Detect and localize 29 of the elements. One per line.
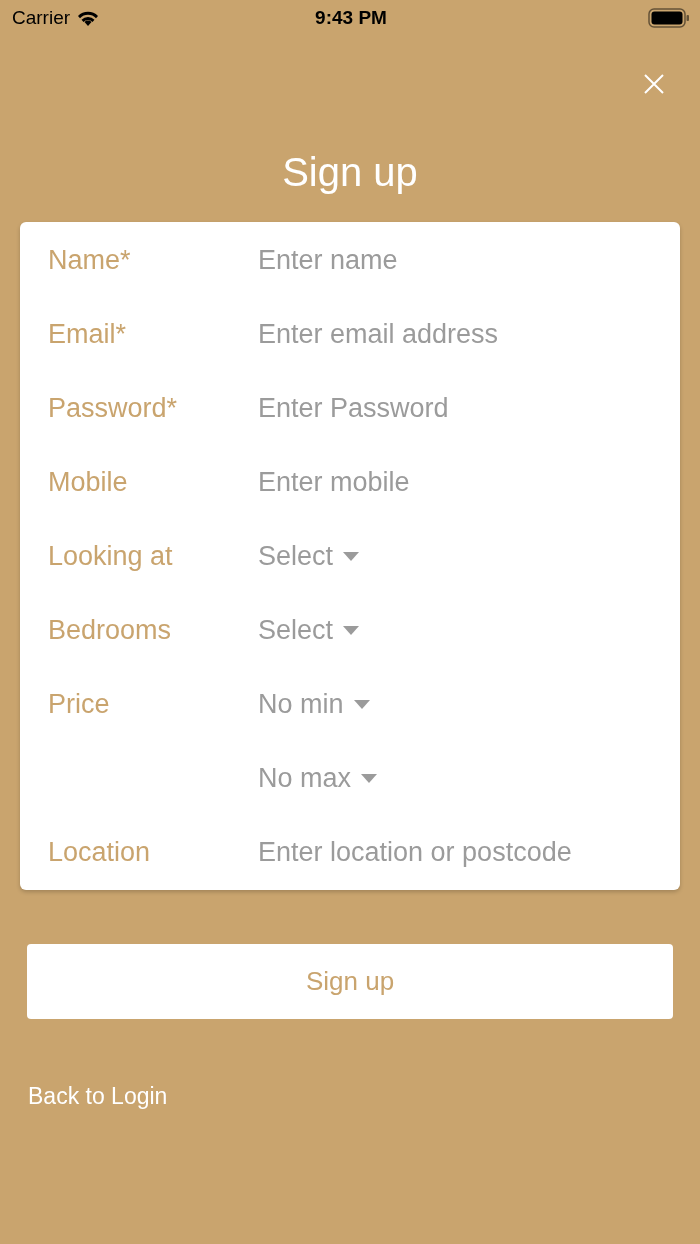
- carrier-name: Carrier: [12, 7, 71, 29]
- field-label: Mobile: [48, 466, 129, 498]
- field-label: Price: [48, 688, 111, 720]
- page-title: Sign up: [281, 149, 419, 196]
- text-field[interactable]: Enter mobile: [258, 466, 648, 498]
- field-label: Location: [48, 836, 152, 868]
- caret-icon: [361, 773, 378, 783]
- field-label: Bedrooms: [48, 614, 173, 646]
- caret-icon: [343, 625, 360, 635]
- caret-icon: [353, 699, 370, 709]
- dropdown[interactable]: Select: [258, 540, 360, 572]
- sign-up-button[interactable]: Sign up: [27, 944, 673, 1019]
- wifi-icon: [76, 9, 101, 27]
- dropdown[interactable]: No max: [258, 762, 378, 794]
- text-field[interactable]: Enter Password: [258, 392, 648, 424]
- dropdown[interactable]: Select: [258, 614, 360, 646]
- field-label: Looking at: [48, 540, 174, 572]
- dropdown[interactable]: No min: [258, 688, 370, 720]
- text-field[interactable]: Enter name: [258, 244, 648, 276]
- back-to-login-link[interactable]: Back to Login: [28, 1083, 168, 1110]
- battery-icon: [648, 8, 690, 28]
- text-field[interactable]: Enter location or postcode: [258, 836, 648, 868]
- field-label: Password*: [48, 392, 179, 424]
- clock-time: 9:43 PM: [315, 7, 387, 29]
- close-button[interactable]: [642, 72, 666, 96]
- field-label: Name*: [48, 244, 132, 276]
- text-field[interactable]: Enter email address: [258, 318, 648, 350]
- field-label: Email*: [48, 318, 128, 350]
- caret-icon: [343, 551, 360, 561]
